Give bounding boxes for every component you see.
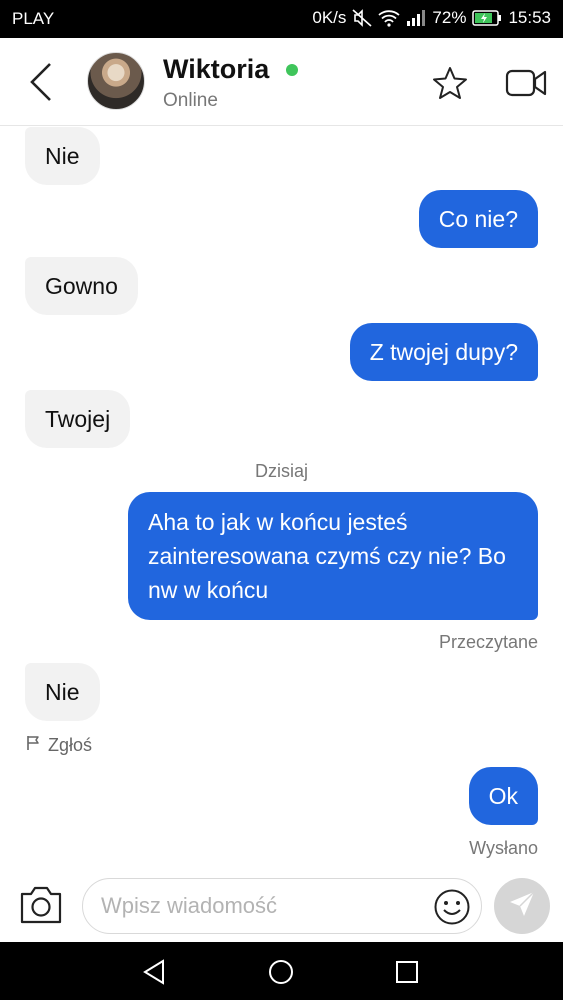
- report-label: Zgłoś: [48, 735, 93, 755]
- contact-name[interactable]: Wiktoria: [163, 54, 269, 85]
- message-outgoing[interactable]: Co nie?: [418, 190, 538, 248]
- message-input[interactable]: [101, 879, 421, 933]
- battery-icon: [472, 10, 502, 26]
- online-indicator: [286, 64, 298, 76]
- mute-icon: [352, 9, 372, 27]
- nav-home-icon[interactable]: [267, 958, 295, 986]
- network-speed: 0K/s: [312, 8, 347, 27]
- message-composer: [0, 872, 563, 942]
- nav-recents-icon[interactable]: [393, 958, 421, 986]
- video-call-icon[interactable]: [505, 68, 547, 98]
- sent-receipt: Wysłano: [469, 838, 538, 858]
- read-receipt: Przeczytane: [438, 632, 538, 652]
- send-icon: [508, 890, 536, 923]
- contact-status: Online: [163, 90, 218, 111]
- message-incoming[interactable]: Nie: [25, 663, 100, 721]
- wifi-icon: [378, 9, 401, 27]
- battery-percent: 72%: [432, 8, 467, 27]
- message-list[interactable]: Nie Co nie? Gowno Z twojej dupy? Twojej …: [0, 127, 563, 872]
- emoji-icon[interactable]: [433, 888, 471, 926]
- date-separator: Dzisiaj: [254, 461, 308, 481]
- chat-header: Wiktoria Online: [0, 38, 563, 126]
- message-incoming[interactable]: Gowno: [25, 257, 138, 315]
- signal-icon: [406, 10, 426, 26]
- message-input-container[interactable]: [82, 878, 482, 934]
- carrier-name: PLAY: [12, 9, 55, 28]
- nav-back-icon[interactable]: [141, 958, 169, 986]
- message-outgoing[interactable]: Z twojej dupy?: [349, 323, 538, 381]
- report-link[interactable]: Zgłoś: [26, 735, 92, 756]
- send-button[interactable]: [494, 878, 550, 934]
- message-outgoing[interactable]: Aha to jak w końcu jesteś zainteresowana…: [128, 492, 538, 620]
- status-bar: PLAY 0K/s 72% 15:53: [0, 0, 563, 38]
- camera-icon[interactable]: [18, 884, 64, 926]
- flag-icon: [26, 735, 42, 756]
- clock: 15:53: [508, 8, 551, 27]
- star-icon[interactable]: [432, 66, 468, 100]
- message-incoming[interactable]: Nie: [25, 127, 100, 185]
- avatar[interactable]: [87, 52, 145, 110]
- message-incoming[interactable]: Twojej: [25, 390, 131, 448]
- navigation-bar: [0, 942, 563, 1000]
- back-arrow-icon[interactable]: [22, 60, 62, 104]
- message-outgoing[interactable]: Ok: [468, 767, 538, 825]
